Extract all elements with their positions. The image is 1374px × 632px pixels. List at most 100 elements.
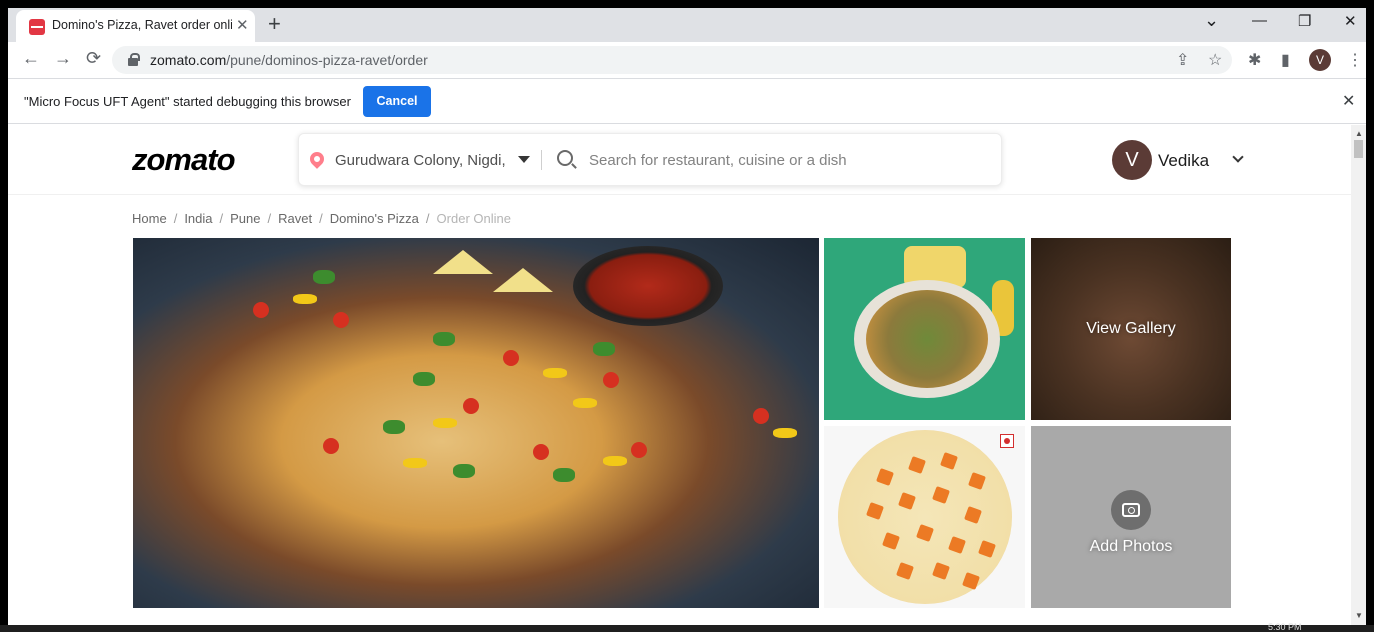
forward-arrow-icon[interactable]: → [54,48,72,69]
back-arrow-icon[interactable]: ← [22,48,40,69]
user-avatar[interactable]: V [1112,140,1152,180]
topping-shape [503,350,519,366]
topping-shape [463,398,479,414]
tab-close-icon[interactable]: ✕ [236,16,249,34]
reload-icon[interactable]: ⟳ [86,48,101,69]
topping-shape [293,294,317,304]
topping-shape [593,342,615,356]
scroll-down-arrow-icon[interactable]: ▼ [1355,611,1363,620]
tab-search-chevron-down-icon[interactable]: ⌄ [1204,10,1219,31]
location-selector[interactable]: Gurudwara Colony, Nigdi, [335,152,507,169]
breadcrumb-restaurant[interactable]: Domino's Pizza [330,211,419,226]
os-taskbar: 5:30 PM [0,622,1374,632]
address-bar[interactable]: zomato.com/pune/dominos-pizza-ravet/orde… [112,46,1232,74]
browser-toolbar: ← → ⟳ zomato.com/pune/dominos-pizza-rave… [8,42,1366,78]
view-gallery-label[interactable]: View Gallery [1031,320,1231,338]
breadcrumb-home[interactable]: Home [132,211,167,226]
breadcrumb-separator: / [267,211,272,226]
topping-shape [313,270,335,284]
camera-icon [1122,503,1140,517]
infobar-close-icon[interactable]: ✕ [1342,91,1355,111]
zomato-logo[interactable]: zomato [132,142,235,178]
topping-shape [543,368,567,378]
breadcrumb-separator: / [219,211,224,226]
cheese-shape [433,250,493,274]
pizza-shape [866,290,988,388]
browser-tab[interactable]: Domino's Pizza, Ravet order online ✕ [16,10,255,42]
topping-shape [603,372,619,388]
zomato-favicon-icon [29,19,45,35]
breadcrumb-separator: / [319,211,323,226]
url-path: /pune/dominos-pizza-ravet/order [226,52,428,68]
location-pin-icon [307,149,327,169]
paneer-shape [876,468,894,486]
paneer-shape [940,452,958,470]
chevron-down-icon[interactable] [1232,151,1244,163]
topping-shape [253,302,269,318]
topping-shape [433,418,457,428]
paneer-shape [968,472,986,490]
topping-shape [753,408,769,424]
search-bar: Gurudwara Colony, Nigdi, [298,133,1002,186]
sauce-bowl-shape [573,246,723,326]
search-input[interactable] [589,147,989,173]
paneer-shape [882,532,900,550]
breadcrumb-ravet[interactable]: Ravet [278,211,312,226]
page-viewport: zomato Gurudwara Colony, Nigdi, V Vedika… [8,125,1366,625]
taskbar-clock: 5:30 PM [1268,622,1302,632]
topping-shape [773,428,797,438]
camera-button[interactable] [1111,490,1151,530]
add-photos-label[interactable]: Add Photos [1031,538,1231,556]
paneer-shape [916,524,934,542]
topping-shape [603,456,627,466]
non-veg-badge-icon [1000,434,1014,448]
paneer-shape [978,540,996,558]
breadcrumb-separator: / [425,211,430,226]
url-host: zomato.com [150,52,227,68]
extensions-icon[interactable]: ✱ [1248,50,1261,70]
paneer-shape [932,486,950,504]
url-text: zomato.com/pune/dominos-pizza-ravet/orde… [150,52,428,68]
paneer-shape [866,502,884,520]
topping-shape [383,420,405,434]
location-dropdown-caret-icon[interactable] [518,156,530,163]
browser-menu-icon[interactable]: ⋮ [1347,50,1363,70]
cancel-debugging-button[interactable]: Cancel [363,86,431,117]
share-icon[interactable]: ⇪ [1176,50,1189,70]
topping-shape [553,468,575,482]
paneer-shape [896,562,914,580]
scrollbar-thumb[interactable] [1354,140,1363,158]
paneer-shape [898,492,916,510]
topping-shape [323,438,339,454]
minimize-icon[interactable]: — [1252,12,1267,29]
view-gallery-tile[interactable]: View Gallery [1031,238,1231,420]
add-photos-tile[interactable]: Add Photos [1031,426,1231,608]
paneer-shape [948,536,966,554]
search-icon [557,150,573,166]
window-close-icon[interactable]: ✕ [1344,12,1357,30]
bookmark-star-icon[interactable]: ☆ [1208,50,1222,70]
breadcrumb-pune[interactable]: Pune [230,211,260,226]
page-scrollbar[interactable]: ▲ ▼ [1351,125,1366,625]
new-tab-button[interactable]: + [268,11,281,37]
topping-shape [453,464,475,478]
main-pizza-photo[interactable] [133,238,819,608]
cheese-shape [493,268,553,292]
photo-gallery: View Gallery Add Photos [132,238,1232,608]
tab-title: Domino's Pizza, Ravet order online [52,18,232,32]
veggie-pizza-photo[interactable] [824,238,1025,420]
pizza-shape [838,430,1012,604]
site-header: zomato Gurudwara Colony, Nigdi, V Vedika [8,125,1351,195]
paneer-pizza-photo[interactable] [824,426,1025,608]
breadcrumb-india[interactable]: India [184,211,212,226]
breadcrumb: Home / India / Pune / Ravet / Domino's Pizza / Ord… [132,211,511,226]
scroll-up-arrow-icon[interactable]: ▲ [1355,129,1363,138]
topping-shape [403,458,427,468]
lock-icon[interactable] [128,53,140,66]
breadcrumb-current: Order Online [436,211,511,226]
side-panel-icon[interactable]: ▮ [1281,50,1290,70]
breadcrumb-separator: / [173,211,178,226]
restore-icon[interactable]: ❐ [1298,12,1311,30]
user-name[interactable]: Vedika [1158,151,1209,171]
profile-avatar[interactable]: V [1309,49,1331,71]
